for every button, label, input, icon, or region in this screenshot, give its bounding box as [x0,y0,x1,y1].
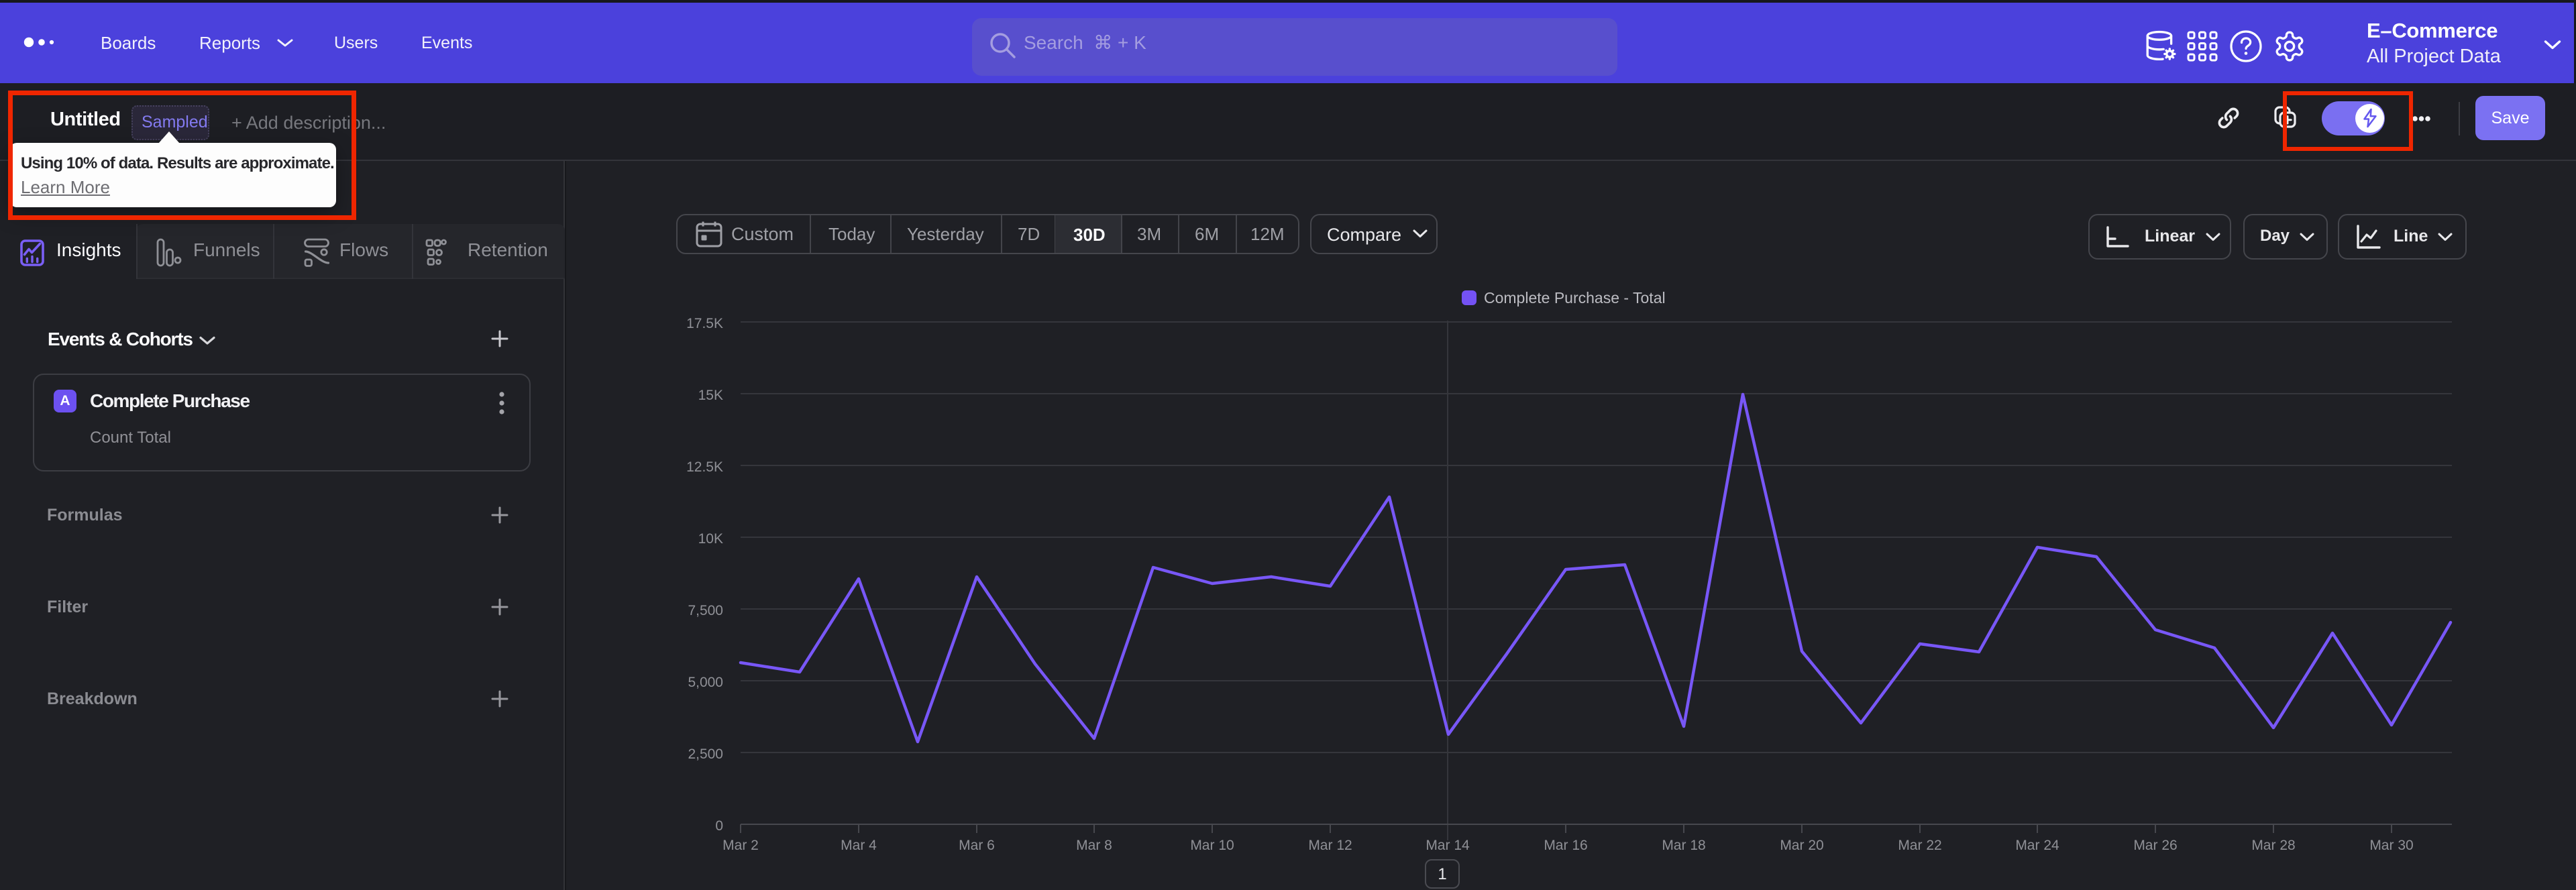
svg-text:Mar 22: Mar 22 [1898,838,1941,853]
svg-text:Mar 24: Mar 24 [2015,838,2059,853]
svg-text:5,000: 5,000 [688,675,723,690]
svg-text:Mar 8: Mar 8 [1076,838,1112,853]
svg-text:Mar 10: Mar 10 [1190,838,1234,853]
svg-text:0: 0 [715,818,723,834]
svg-text:17.5K: 17.5K [686,316,723,331]
svg-text:Mar 14: Mar 14 [1426,838,1470,853]
svg-text:Mar 26: Mar 26 [2133,838,2177,853]
svg-text:Mar 12: Mar 12 [1308,838,1352,853]
svg-text:Mar 16: Mar 16 [1544,838,1587,853]
svg-text:10K: 10K [698,531,723,547]
svg-text:Mar 6: Mar 6 [959,838,995,853]
svg-text:Mar 30: Mar 30 [2369,838,2413,853]
svg-text:Mar 28: Mar 28 [2251,838,2295,853]
svg-text:7,500: 7,500 [688,603,723,618]
svg-text:12.5K: 12.5K [686,459,723,475]
svg-text:Mar 20: Mar 20 [1780,838,1823,853]
svg-text:Mar 2: Mar 2 [722,838,759,853]
svg-text:Mar 4: Mar 4 [841,838,877,853]
svg-text:15K: 15K [698,388,723,403]
svg-text:Mar 18: Mar 18 [1662,838,1705,853]
svg-text:2,500: 2,500 [688,746,723,762]
